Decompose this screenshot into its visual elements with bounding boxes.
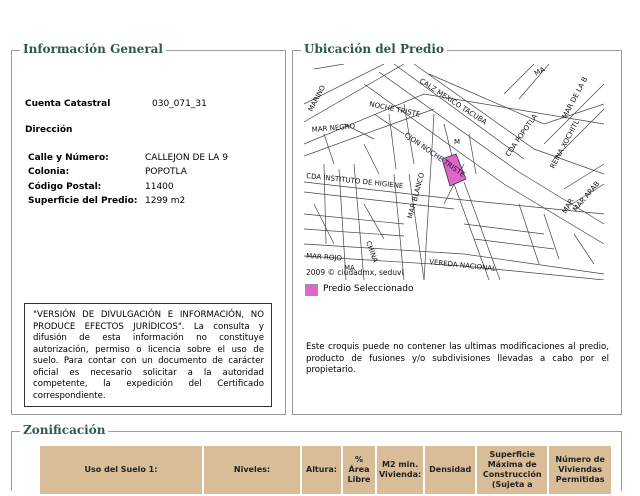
street-mar-rojo: MAR ROJO: [306, 252, 343, 263]
col-niveles: Niveles:: [204, 446, 300, 494]
cuenta-catastral-value: 030_071_31: [152, 99, 207, 109]
ubicacion-title: Ubicación del Predio: [301, 42, 447, 56]
calle-label: Calle y Número:: [28, 153, 109, 163]
superficie-label: Superficie del Predio:: [28, 196, 138, 206]
col-numero-viviendas: Número de Viviendas Permitidas: [549, 446, 612, 494]
col-altura: Altura:: [302, 446, 341, 494]
colonia-label: Colonia:: [28, 167, 70, 177]
calle-value: CALLEJON DE LA 9: [145, 153, 228, 163]
street-marino: MARINO: [307, 84, 328, 113]
colonia-value: POPOTLA: [145, 167, 187, 177]
street-reina-xochitl: REINA XOCHITL: [549, 119, 581, 170]
predio-legend-swatch: [305, 284, 318, 296]
street-ma-top: MA: [533, 65, 547, 77]
direccion-label: Dirección: [25, 125, 73, 135]
zonificacion-table: Uso del Suelo 1: Niveles: Altura: % Área…: [38, 444, 613, 496]
col-m2-min-vivienda: M2 min. Vivienda:: [377, 446, 424, 494]
street-mar-arab: MAR ARAB: [571, 180, 601, 214]
map-credit: 2009 © ciudadmx, seduvi: [306, 268, 404, 277]
col-densidad: Densidad: [425, 446, 476, 494]
street-vereda-nacional: VEREDA NACIONAL: [429, 258, 497, 273]
street-cda-popotla: CDA POPOTLA: [504, 113, 539, 159]
location-map: MARINO NOCHE TRISTE CALZ MEXICO TACUBA M…: [304, 64, 604, 280]
zonificacion-panel: Zonificación Uso del Suelo 1: Niveles: A…: [11, 423, 622, 494]
codigo-postal-value: 11400: [145, 182, 174, 192]
codigo-postal-label: Código Postal:: [28, 182, 102, 192]
col-area-libre: % Área Libre: [343, 446, 375, 494]
street-mar-negro: MAR NEGRO: [311, 122, 355, 134]
superficie-value: 1299 m2: [145, 196, 186, 206]
informacion-general-title: Información General: [20, 42, 166, 56]
map-drawing: MARINO NOCHE TRISTE CALZ MEXICO TACUBA M…: [304, 64, 604, 280]
col-uso-suelo: Uso del Suelo 1:: [40, 446, 202, 494]
predio-legend-label: Predio Seleccionado: [323, 284, 414, 294]
ubicacion-panel: Ubicación del Predio MARINO NOCHE TRISTE…: [292, 42, 622, 415]
legal-notice: "VERSIÓN DE DIVULGACIÓN E INFORMACIÓN, N…: [24, 303, 272, 407]
map-disclaimer: Este croquis puede no contener las ultim…: [306, 342, 609, 375]
zonificacion-title: Zonificación: [20, 423, 109, 437]
col-superficie-maxima: Superficie Máxima de Construcción (Sujet…: [477, 446, 548, 494]
street-m: M: [454, 138, 460, 146]
informacion-general-panel: Información General Cuenta Catastral 030…: [11, 42, 286, 415]
cuenta-catastral-label: Cuenta Catastral: [25, 99, 111, 109]
zonificacion-header-row: Uso del Suelo 1: Niveles: Altura: % Área…: [40, 446, 612, 494]
